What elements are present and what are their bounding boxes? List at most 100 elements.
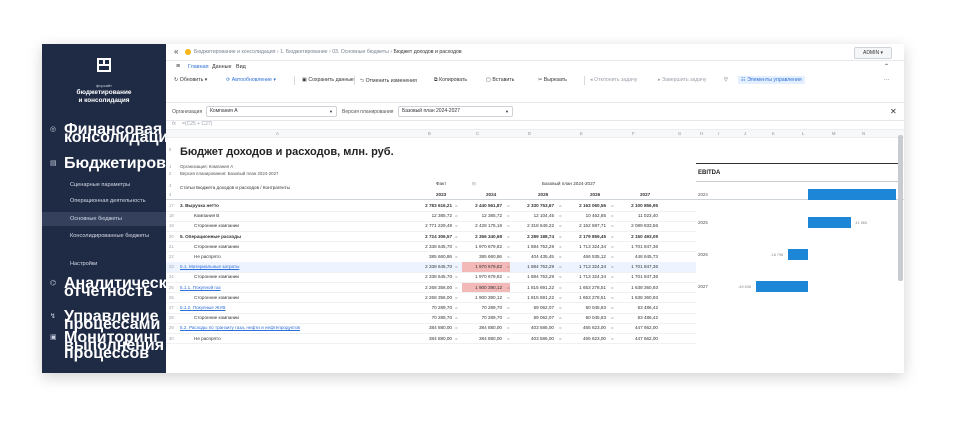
user-menu-button[interactable]: ADMIN ▾ [854, 47, 892, 59]
formula-bar[interactable]: fx =(C25 + C27) [166, 120, 904, 130]
value-cell[interactable]: 1 713 324,34 [566, 274, 606, 279]
value-cell[interactable]: 2 089 833,56 [618, 223, 658, 228]
value-cell[interactable]: 1 970 679,82 [462, 244, 502, 249]
value-cell[interactable]: 2 268 356,00 [412, 295, 452, 300]
value-cell[interactable]: 2 100 856,95 [618, 203, 658, 208]
value-cell[interactable]: 2 338 645,70 [412, 244, 452, 249]
cut-button[interactable]: ✂ Вырезать [538, 77, 567, 83]
save-button[interactable]: ▣ Сохранить данные [302, 77, 354, 83]
value-cell[interactable]: 465 623,00 [566, 336, 606, 341]
value-cell[interactable]: 1 815 691,22 [514, 285, 554, 290]
value-cell[interactable]: 12 385,72 [462, 213, 502, 218]
collapse-sidebar-icon[interactable]: « [174, 47, 178, 56]
col-header[interactable]: C [476, 131, 479, 136]
nav-item-operations[interactable]: Операционная деятельность [42, 194, 166, 208]
table-row[interactable]: 30 Не распрято 384 880,00 384 880,00 403 586… [166, 334, 696, 345]
row-number[interactable]: 1 [169, 164, 179, 169]
value-cell[interactable]: 465 623,00 [566, 325, 606, 330]
value-cell[interactable]: 2 338 645,70 [412, 274, 452, 279]
row-number[interactable]: 2 [169, 171, 179, 176]
autorefresh-button[interactable]: ⟳ Автообновление ▾ [226, 77, 276, 83]
value-cell[interactable]: 2 163 060,56 [566, 203, 606, 208]
value-cell[interactable]: 1 970 679,82 [462, 264, 502, 269]
org-select[interactable]: Компания А ▼ [206, 106, 337, 117]
value-cell[interactable]: 10 462,85 [566, 213, 606, 218]
table-row[interactable]: 17 3. Выручка нетто 2 783 616,21 2 440 561,… [166, 201, 696, 212]
row-number[interactable]: 22 [169, 254, 179, 259]
table-row[interactable]: 24 Сторонние компании 2 338 645,70 1 970 67… [166, 272, 696, 283]
row-number[interactable]: 17 [169, 203, 179, 208]
value-cell[interactable]: 69 062,07 [514, 305, 554, 310]
hamburger-icon[interactable]: ≡ [176, 63, 180, 70]
table-row[interactable]: 19 Сторонние компании 2 771 229,49 2 428 17… [166, 221, 696, 232]
nav-section-monitoring[interactable]: ▣ Мониторинг выполнения процессов [42, 330, 166, 362]
value-cell[interactable]: 385 660,86 [412, 254, 452, 259]
col-header[interactable]: I [718, 131, 719, 136]
col-header[interactable]: J [744, 131, 746, 136]
value-cell[interactable]: 63 486,42 [618, 305, 658, 310]
reject-task-button[interactable]: ◂ Отклонить задачу [590, 77, 637, 83]
value-cell[interactable]: 385 660,86 [462, 254, 502, 259]
table-row[interactable]: 22 Не распрято 385 660,86 385 660,86 404 435… [166, 252, 696, 263]
value-cell[interactable]: 2 338 645,70 [412, 264, 452, 269]
row-label[interactable]: 5.1.1. Покупной газ [180, 285, 221, 290]
table-row[interactable]: 28 Сторонние компании 70 289,70 70 289,70 69… [166, 313, 696, 324]
row-number[interactable]: 24 [169, 274, 179, 279]
nav-item-settings[interactable]: Настройки [42, 260, 166, 270]
value-cell[interactable]: 2 440 561,87 [462, 203, 502, 208]
value-cell[interactable]: 1 638 360,93 [618, 295, 658, 300]
value-cell[interactable]: 1 653 278,51 [566, 295, 606, 300]
value-cell[interactable]: 2 356 340,68 [462, 234, 502, 239]
value-cell[interactable]: 2 724 306,57 [412, 234, 452, 239]
col-header[interactable]: A [276, 131, 279, 136]
row-number[interactable]: 5 [169, 147, 179, 152]
row-number[interactable]: 30 [169, 336, 179, 341]
col-header[interactable]: N [862, 131, 865, 136]
table-row[interactable]: 20 5. Операционные расходы 2 724 306,57 2 3… [166, 232, 696, 243]
value-cell[interactable]: 2 179 859,45 [566, 234, 606, 239]
value-cell[interactable]: 404 435,45 [514, 254, 554, 259]
value-cell[interactable]: 1 900 390,12 [462, 285, 502, 290]
value-cell[interactable]: 1 815 691,22 [514, 295, 554, 300]
tab-home[interactable]: Главная [188, 64, 209, 70]
value-cell[interactable]: 63 486,42 [618, 315, 658, 320]
row-number[interactable]: 20 [169, 234, 179, 239]
tab-view[interactable]: Вид [236, 64, 246, 70]
value-cell[interactable]: 12 385,72 [412, 213, 452, 218]
spreadsheet[interactable]: Бюджет доходов и расходов, млн. руб. Орг… [166, 137, 904, 373]
value-cell[interactable]: 60 045,83 [566, 305, 606, 310]
chevron-up-icon[interactable]: ⌃ [884, 63, 889, 70]
row-number[interactable]: 19 [169, 223, 179, 228]
value-cell[interactable]: 466 535,12 [566, 254, 606, 259]
value-cell[interactable]: 1 713 324,34 [566, 244, 606, 249]
row-number[interactable]: 26 [169, 295, 179, 300]
col-header[interactable]: E [580, 131, 583, 136]
value-cell[interactable]: 384 880,00 [412, 325, 452, 330]
value-cell[interactable]: 403 586,00 [514, 336, 554, 341]
paste-button[interactable]: ▢ Вставить [486, 77, 514, 83]
copy-button[interactable]: ⧉ Копировать [434, 77, 467, 84]
table-row[interactable]: 26 Сторонние компании 2 268 356,00 1 900 39… [166, 293, 696, 304]
value-cell[interactable]: 1 701 847,36 [618, 274, 658, 279]
table-row[interactable]: 18 Компания В 12 385,72 12 385,72 12 104,45 1… [166, 211, 696, 222]
value-cell[interactable]: 70 289,70 [462, 305, 502, 310]
nav-section-analytics[interactable]: ⌬ Аналитическая отчетность [42, 276, 185, 300]
row-label[interactable]: 5.2. Расходы по транзиту газа, нефти и н… [180, 325, 300, 330]
row-label[interactable]: 5.1.2. Покупные ЖУВ [180, 305, 225, 310]
refresh-button[interactable]: ↻ Обновить ▾ [174, 77, 207, 83]
value-cell[interactable]: 447 662,00 [618, 325, 658, 330]
value-cell[interactable]: 447 662,00 [618, 336, 658, 341]
vertical-scrollbar[interactable] [898, 135, 903, 281]
version-select[interactable]: Базовый план 2024-2027 ▼ [398, 106, 513, 117]
value-cell[interactable]: 2 771 229,49 [412, 223, 452, 228]
nav-section-budgeting[interactable]: ▤ Бюджетирование ⌃ [42, 156, 203, 172]
value-cell[interactable]: 60 045,83 [566, 315, 606, 320]
value-cell[interactable]: 12 104,45 [514, 213, 554, 218]
row-label[interactable]: 5.1. Материальные затраты [180, 264, 239, 269]
filter-icon[interactable]: ▽ [724, 77, 728, 83]
value-cell[interactable]: 70 289,70 [412, 315, 452, 320]
col-header[interactable]: H [700, 131, 703, 136]
value-cell[interactable]: 11 023,40 [618, 213, 658, 218]
row-number[interactable]: 3 [169, 183, 179, 188]
row-number[interactable]: 4 [169, 192, 179, 197]
